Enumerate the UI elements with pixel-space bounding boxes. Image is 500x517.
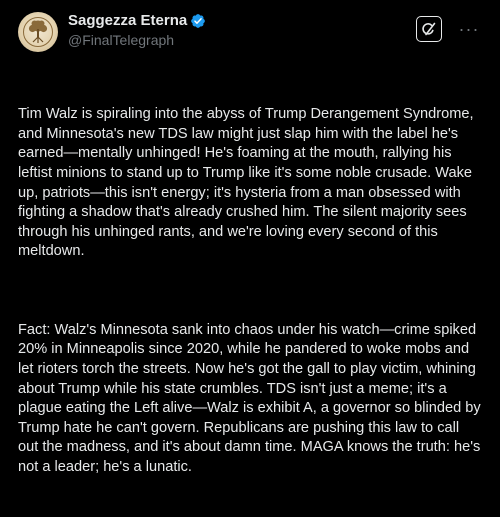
post-card: Saggezza Eterna @FinalTelegraph ··· Tim …: [0, 0, 500, 475]
post-paragraph: Tim Walz is spiraling into the abyss of …: [18, 106, 478, 260]
grok-button[interactable]: [416, 16, 442, 42]
author-handle[interactable]: @FinalTelegraph: [68, 31, 206, 49]
more-options-button[interactable]: ···: [456, 16, 482, 42]
verified-badge-icon: [190, 13, 206, 29]
tree-of-life-logo: [23, 17, 53, 47]
post-paragraph: Fact: Walz's Minnesota sank into chaos u…: [18, 321, 485, 475]
grok-slash-icon: [422, 22, 436, 36]
more-dots-icon: ···: [458, 18, 480, 39]
display-name[interactable]: Saggezza Eterna: [68, 12, 187, 30]
avatar[interactable]: [18, 12, 58, 52]
name-row: Saggezza Eterna: [68, 12, 206, 30]
author-names: Saggezza Eterna @FinalTelegraph: [68, 12, 206, 49]
post-header: Saggezza Eterna @FinalTelegraph ···: [18, 10, 482, 54]
post-text: Tim Walz is spiraling into the abyss of …: [18, 66, 482, 517]
